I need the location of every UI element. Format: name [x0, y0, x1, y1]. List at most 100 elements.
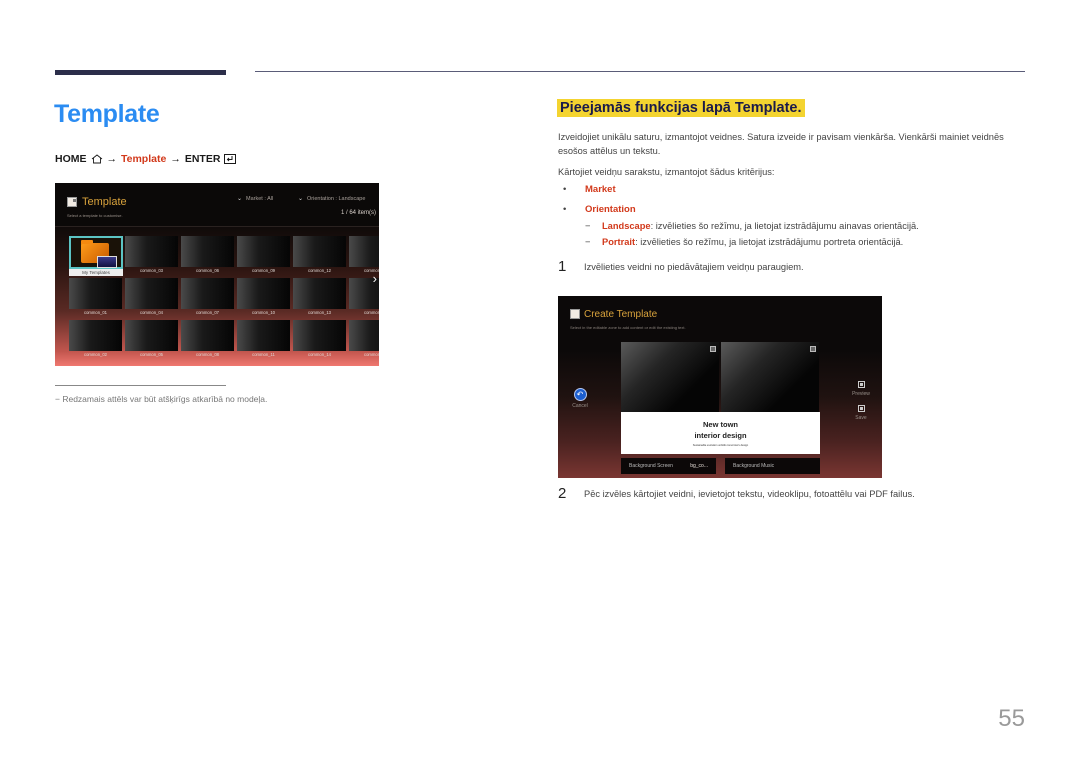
template-thumb-label: common_09	[251, 268, 276, 273]
bullet-label: Orientation	[585, 204, 636, 215]
template-thumb[interactable]	[293, 320, 346, 351]
template-thumb[interactable]	[69, 320, 122, 351]
footnote-dash: −	[55, 394, 60, 404]
header-rule-thin	[255, 71, 1025, 72]
template-thumb[interactable]	[181, 320, 234, 351]
intro-paragraph: Izveidojiet unikālu saturu, izmantojot v…	[558, 132, 1004, 156]
create-template-subtitle: Select in the editable zone to add conte…	[570, 325, 686, 330]
template-thumb-label: common_11	[252, 352, 275, 357]
page-number: 55	[998, 705, 1025, 732]
editable-image-zone[interactable]	[621, 342, 719, 412]
save-icon	[857, 405, 865, 412]
template-thumb[interactable]	[349, 236, 379, 267]
background-screen-value: bg_co...	[690, 463, 708, 469]
template-thumb[interactable]	[237, 320, 290, 351]
option-landscape: − Landscape: izvēlieties šo režīmu, ja li…	[585, 221, 919, 231]
template-thumb[interactable]	[69, 278, 122, 309]
market-filter[interactable]: ⌄ Market : All	[237, 196, 273, 202]
text-line-1: New town	[703, 420, 738, 429]
step-number: 2	[558, 485, 567, 502]
sort-intro: Kārtojiet veidņu sarakstu, izmantojot šā…	[558, 167, 775, 177]
option-desc: : izvēlieties šo režīmu, ja lietojat izs…	[635, 237, 904, 247]
create-template-screen-image: Create Template Select in the editable z…	[558, 296, 882, 478]
bullet-label: Market	[585, 184, 616, 195]
option-portrait: − Portrait: izvēlieties šo režīmu, ja lie…	[585, 237, 903, 247]
option-term: Portrait	[602, 237, 636, 247]
enter-icon	[224, 154, 237, 164]
home-icon	[91, 154, 103, 164]
page-title: Template	[54, 100, 160, 128]
option-dash: −	[585, 221, 591, 231]
option-dash: −	[585, 237, 591, 247]
section-heading: Pieejamās funkcijas lapā Template.	[557, 99, 805, 117]
create-template-title: Create Template	[584, 309, 658, 320]
template-thumb[interactable]	[181, 236, 234, 267]
preview-button[interactable]: Preview	[849, 381, 873, 397]
edit-icon	[710, 346, 716, 352]
orientation-filter-label: Orientation : Landscape	[307, 196, 366, 202]
my-templates-label: My Templates	[69, 269, 123, 276]
save-button[interactable]: Save	[849, 405, 873, 421]
template-thumb[interactable]	[237, 278, 290, 309]
chevron-right-icon[interactable]: ›	[373, 271, 377, 286]
save-label: Save	[855, 415, 867, 421]
chevron-down-icon: ⌄	[237, 196, 243, 202]
footnote-text: Redzamais attēls var būt atšķirīgs atkar…	[62, 394, 268, 404]
text-line-2: interior design	[694, 431, 747, 440]
template-thumb-label: common_16	[363, 310, 379, 315]
template-thumb[interactable]	[125, 320, 178, 351]
bullet-market: • Market	[563, 184, 616, 195]
preview-icon	[857, 381, 865, 388]
template-thumb-label: common_13	[307, 310, 332, 315]
my-templates-thumb[interactable]	[69, 236, 123, 269]
template-thumb-label: common_03	[139, 268, 164, 273]
nav-template: Template	[121, 153, 167, 165]
template-thumb-label: common_02	[83, 352, 108, 357]
template-screen-title: Template	[82, 196, 127, 208]
template-thumb-label: common_01	[83, 310, 108, 315]
text-small: Sustainable evolution unfolds tomorrow's…	[692, 444, 749, 447]
orientation-filter[interactable]: ⌄ Orientation : Landscape	[298, 196, 365, 202]
template-thumb-label: common_06	[195, 268, 220, 273]
template-thumb-label: common_17	[363, 352, 379, 357]
template-thumb-label: common_05	[139, 352, 164, 357]
footnote-rule	[55, 385, 226, 386]
template-thumb-label: common_14	[307, 352, 332, 357]
navigation-path: HOME → Template → ENTER	[55, 153, 237, 165]
template-thumb[interactable]	[349, 320, 379, 351]
template-thumb-label: common_10	[251, 310, 276, 315]
preview-label: Preview	[852, 391, 870, 397]
background-screen-label: Background Screen	[629, 463, 673, 469]
chevron-down-icon: ⌄	[298, 196, 304, 202]
nav-home: HOME	[55, 153, 87, 165]
monitor-icon	[97, 256, 117, 268]
template-thumb-label: common_12	[307, 268, 332, 273]
back-arrow-icon: ↶	[573, 388, 587, 401]
template-thumb[interactable]	[293, 278, 346, 309]
step-text: Izvēlieties veidni no piedāvātajiem veid…	[584, 261, 804, 272]
item-count: 1 / 64 item(s)	[340, 210, 376, 216]
background-music-button[interactable]: Background Music	[725, 458, 820, 474]
template-screen-subtitle: Select a template to customise.	[67, 213, 123, 218]
background-music-label: Background Music	[733, 463, 775, 469]
step-text: Pēc izvēles kārtojiet veidni, ievietojot…	[584, 488, 915, 499]
template-thumb[interactable]	[293, 236, 346, 267]
template-screen-header: Template Select a template to customise.…	[55, 183, 379, 227]
template-thumb[interactable]	[125, 278, 178, 309]
template-thumb[interactable]	[237, 236, 290, 267]
template-thumb[interactable]	[181, 278, 234, 309]
template-icon	[67, 197, 77, 207]
header-rule-thick	[55, 70, 226, 75]
background-screen-button[interactable]: Background Screen bg_co...	[621, 458, 716, 474]
cancel-button[interactable]: ↶ Cancel	[568, 388, 592, 409]
bullet-dot: •	[563, 204, 567, 215]
step-1: 1 Izvēlieties veidni no piedāvātajiem ve…	[558, 258, 804, 275]
step-number: 1	[558, 258, 567, 275]
edit-icon	[810, 346, 816, 352]
step-2: 2 Pēc izvēles kārtojiet veidni, ievietoj…	[558, 485, 915, 502]
template-thumb[interactable]	[125, 236, 178, 267]
bullet-dot: •	[563, 184, 567, 195]
template-thumb-label: common_08	[195, 352, 220, 357]
editable-image-zone[interactable]	[721, 342, 819, 412]
editable-text-zone[interactable]: New town interior design Sustainable evo…	[621, 412, 820, 454]
